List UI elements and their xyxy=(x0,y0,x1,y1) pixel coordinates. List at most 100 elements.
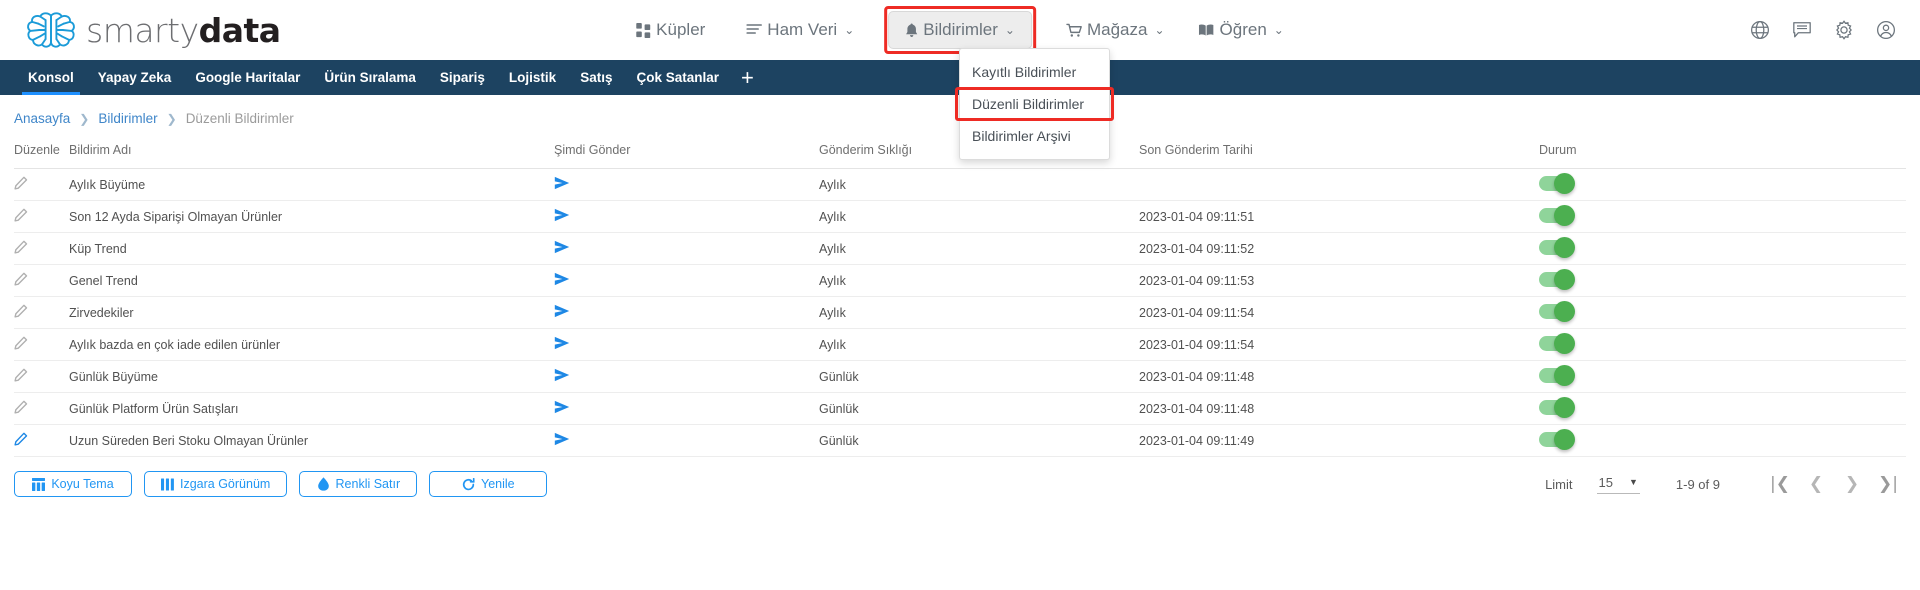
notifications-table-container: Düzenle Bildirim Adı Şimdi Gönder Gönder… xyxy=(0,143,1920,457)
cell-frequency: Günlük xyxy=(819,424,1139,457)
edit-pencil-icon[interactable] xyxy=(14,176,28,190)
primary-navigation: Küpler Ham Veri ⌄ Bildirimler ⌄ Mağaza ⌄… xyxy=(636,6,1284,54)
status-toggle[interactable] xyxy=(1539,396,1575,418)
send-now-icon[interactable] xyxy=(554,240,570,254)
tab-konsol[interactable]: Konsol xyxy=(16,60,86,95)
table-action-buttons: Koyu Tema Izgara Görünüm Renkli Satır Ye… xyxy=(14,471,548,497)
status-toggle[interactable] xyxy=(1539,428,1575,450)
tab-siparis[interactable]: Sipariş xyxy=(428,60,497,95)
breadcrumb-item-bildirimler[interactable]: Bildirimler xyxy=(98,111,157,126)
send-now-icon[interactable] xyxy=(554,400,570,414)
send-now-icon[interactable] xyxy=(554,432,570,446)
send-now-icon[interactable] xyxy=(554,208,570,222)
brand-name-light: smarty xyxy=(86,10,199,50)
color-row-icon xyxy=(317,477,330,491)
tab-satis[interactable]: Satış xyxy=(568,60,624,95)
pagination-last-button[interactable]: ❯| xyxy=(1870,474,1906,494)
status-toggle[interactable] xyxy=(1539,236,1575,258)
edit-pencil-icon[interactable] xyxy=(14,208,28,222)
gear-icon[interactable] xyxy=(1834,20,1854,40)
dropdown-item-bildirimler-arsivi[interactable]: Bildirimler Arşivi xyxy=(960,120,1109,152)
dark-theme-button[interactable]: Koyu Tema xyxy=(14,471,132,497)
book-icon xyxy=(1199,23,1215,37)
chat-icon[interactable] xyxy=(1792,20,1812,40)
send-now-icon[interactable] xyxy=(554,336,570,350)
cell-frequency: Aylık xyxy=(819,328,1139,361)
edit-pencil-icon[interactable] xyxy=(14,400,28,414)
cell-edit xyxy=(14,200,69,233)
cell-edit xyxy=(14,232,69,265)
edit-pencil-icon[interactable] xyxy=(14,304,28,318)
tab-yapay-zeka[interactable]: Yapay Zeka xyxy=(86,60,184,95)
edit-pencil-icon[interactable] xyxy=(14,368,28,382)
color-row-button[interactable]: Renkli Satır xyxy=(299,471,418,497)
breadcrumb-item-anasayfa[interactable]: Anasayfa xyxy=(14,111,70,126)
chevron-down-icon: ⌄ xyxy=(844,23,855,37)
cell-send-now xyxy=(554,392,819,425)
cell-edit xyxy=(14,360,69,393)
nav-item-kupler[interactable]: Küpler xyxy=(636,18,712,42)
cell-frequency: Aylık xyxy=(819,200,1139,233)
cell-status xyxy=(1539,232,1906,265)
pagination-range-label: 1-9 of 9 xyxy=(1675,476,1720,492)
send-now-icon[interactable] xyxy=(554,304,570,318)
edit-pencil-icon[interactable] xyxy=(14,240,28,254)
tab-google-haritalar[interactable]: Google Haritalar xyxy=(183,60,312,95)
tab-urun-siralama[interactable]: Ürün Sıralama xyxy=(312,60,428,95)
pagination-next-button[interactable]: ❯ xyxy=(1834,474,1870,494)
dropdown-item-duzenli-bildirimler[interactable]: Düzenli Bildirimler xyxy=(955,87,1114,121)
cell-last-sent-date: 2023-01-04 09:11:51 xyxy=(1139,200,1539,233)
user-circle-icon[interactable] xyxy=(1876,20,1896,40)
brand-logo[interactable]: smartydata xyxy=(24,10,281,50)
refresh-button-label: Yenile xyxy=(481,477,515,491)
status-toggle[interactable] xyxy=(1539,172,1575,194)
nav-item-bildirimler[interactable]: Bildirimler ⌄ xyxy=(884,6,1036,54)
send-now-icon[interactable] xyxy=(554,272,570,286)
status-toggle[interactable] xyxy=(1539,268,1575,290)
status-toggle[interactable] xyxy=(1539,204,1575,226)
cell-last-sent-date: 2023-01-04 09:11:53 xyxy=(1139,264,1539,297)
table-row: Zirvedekiler Aylık 2023-01-04 09:11:54 xyxy=(14,296,1906,329)
status-toggle[interactable] xyxy=(1539,364,1575,386)
grid-view-button[interactable]: Izgara Görünüm xyxy=(144,471,288,497)
status-toggle[interactable] xyxy=(1539,300,1575,322)
cell-send-now xyxy=(554,168,819,201)
nav-item-ham-veri-label: Ham Veri xyxy=(767,20,838,39)
table-row: Küp Trend Aylık 2023-01-04 09:11:52 xyxy=(14,232,1906,265)
globe-icon[interactable] xyxy=(1750,20,1770,40)
cell-notification-name: Uzun Süreden Beri Stoku Olmayan Ürünler xyxy=(69,424,554,457)
cell-frequency: Günlük xyxy=(819,392,1139,425)
pagination-limit-label: Limit xyxy=(1545,476,1573,492)
dark-theme-icon xyxy=(32,477,46,491)
cell-edit xyxy=(14,168,69,201)
cell-status xyxy=(1539,296,1906,329)
brand-wordmark: smartydata xyxy=(86,14,281,47)
pagination-controls: Limit 15 ▼ 1-9 of 9 |❮ ❮ ❯ ❯| xyxy=(1545,474,1906,494)
edit-pencil-icon[interactable] xyxy=(14,272,28,286)
status-toggle[interactable] xyxy=(1539,332,1575,354)
chevron-down-icon: ⌄ xyxy=(1154,23,1165,37)
table-row: Günlük Platform Ürün Satışları Günlük 2023… xyxy=(14,392,1906,425)
send-now-icon[interactable] xyxy=(554,176,570,190)
send-now-icon[interactable] xyxy=(554,368,570,382)
nav-item-magaza[interactable]: Mağaza ⌄ xyxy=(1066,18,1165,42)
nav-item-ogren[interactable]: Öğren ⌄ xyxy=(1199,18,1284,42)
edit-pencil-icon[interactable] xyxy=(14,432,28,446)
dropdown-item-kayitli-bildirimler[interactable]: Kayıtlı Bildirimler xyxy=(960,56,1109,88)
cell-notification-name: Günlük Platform Ürün Satışları xyxy=(69,392,554,425)
tab-cok-satanlar[interactable]: Çok Satanlar xyxy=(624,60,731,95)
pagination-prev-button[interactable]: ❮ xyxy=(1798,474,1834,494)
cell-notification-name: Son 12 Ayda Siparişi Olmayan Ürünler xyxy=(69,200,554,233)
pagination-limit-select[interactable]: 15 ▼ xyxy=(1596,475,1640,494)
grid-view-button-label: Izgara Görünüm xyxy=(180,477,271,491)
cell-edit xyxy=(14,424,69,457)
nav-item-ham-veri[interactable]: Ham Veri ⌄ xyxy=(746,18,854,42)
tab-lojistik[interactable]: Lojistik xyxy=(497,60,568,95)
cell-edit xyxy=(14,392,69,425)
pagination-first-button[interactable]: |❮ xyxy=(1762,474,1798,494)
table-row: Son 12 Ayda Siparişi Olmayan Ürünler Aylı… xyxy=(14,200,1906,233)
add-tab-button[interactable]: + xyxy=(731,60,764,95)
refresh-button[interactable]: Yenile xyxy=(429,471,548,497)
table-row: Uzun Süreden Beri Stoku Olmayan Ürünler G… xyxy=(14,424,1906,457)
edit-pencil-icon[interactable] xyxy=(14,336,28,350)
